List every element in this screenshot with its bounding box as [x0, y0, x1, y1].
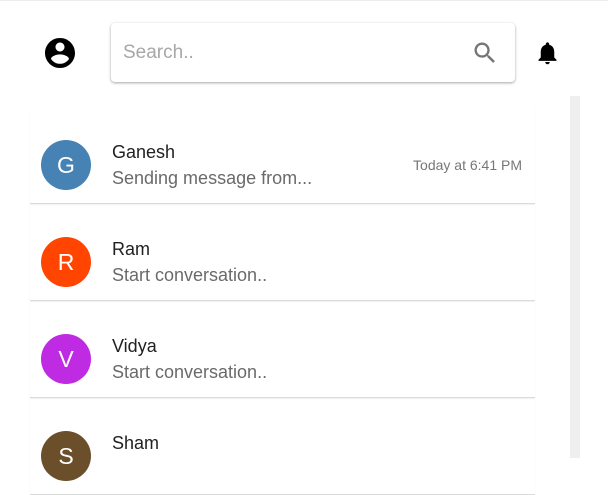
scrollbar-track[interactable]: [570, 96, 580, 458]
message-timestamp: Today at 6:41 PM: [413, 157, 522, 173]
avatar: G: [41, 140, 91, 190]
bell-icon: [538, 42, 556, 65]
message-preview: Sending message from...: [112, 168, 313, 188]
search-icon: [474, 42, 495, 63]
contact-name: Ram: [112, 239, 151, 259]
account-button[interactable]: [42, 35, 78, 71]
avatar: S: [41, 431, 91, 481]
avatar: V: [41, 334, 91, 384]
contact-name: Sham: [112, 433, 160, 453]
avatar: R: [41, 237, 91, 287]
search-box: [111, 23, 515, 82]
chat-item-ganesh[interactable]: G Ganesh Sending message from... Today a…: [30, 107, 535, 204]
contact-name: Ganesh: [112, 142, 176, 162]
contact-name: Vidya: [112, 336, 157, 356]
avatar-initial: G: [57, 151, 75, 178]
app-header: [0, 0, 608, 96]
notifications-button[interactable]: [533, 38, 561, 68]
chat-item-sham[interactable]: S Sham: [30, 398, 535, 495]
chat-item-ram[interactable]: R Ram Start conversation..: [30, 204, 535, 301]
message-preview: Start conversation..: [112, 362, 268, 382]
message-preview: Start conversation..: [112, 265, 268, 285]
avatar-initial: R: [57, 248, 75, 275]
chat-item-vidya[interactable]: V Vidya Start conversation..: [30, 301, 535, 398]
chat-list: G Ganesh Sending message from... Today a…: [30, 107, 535, 495]
avatar-initial: V: [58, 345, 74, 372]
search-input[interactable]: [123, 23, 463, 82]
search-button[interactable]: [469, 37, 501, 69]
avatar-initial: S: [58, 442, 74, 469]
account-circle-icon: [45, 38, 75, 68]
